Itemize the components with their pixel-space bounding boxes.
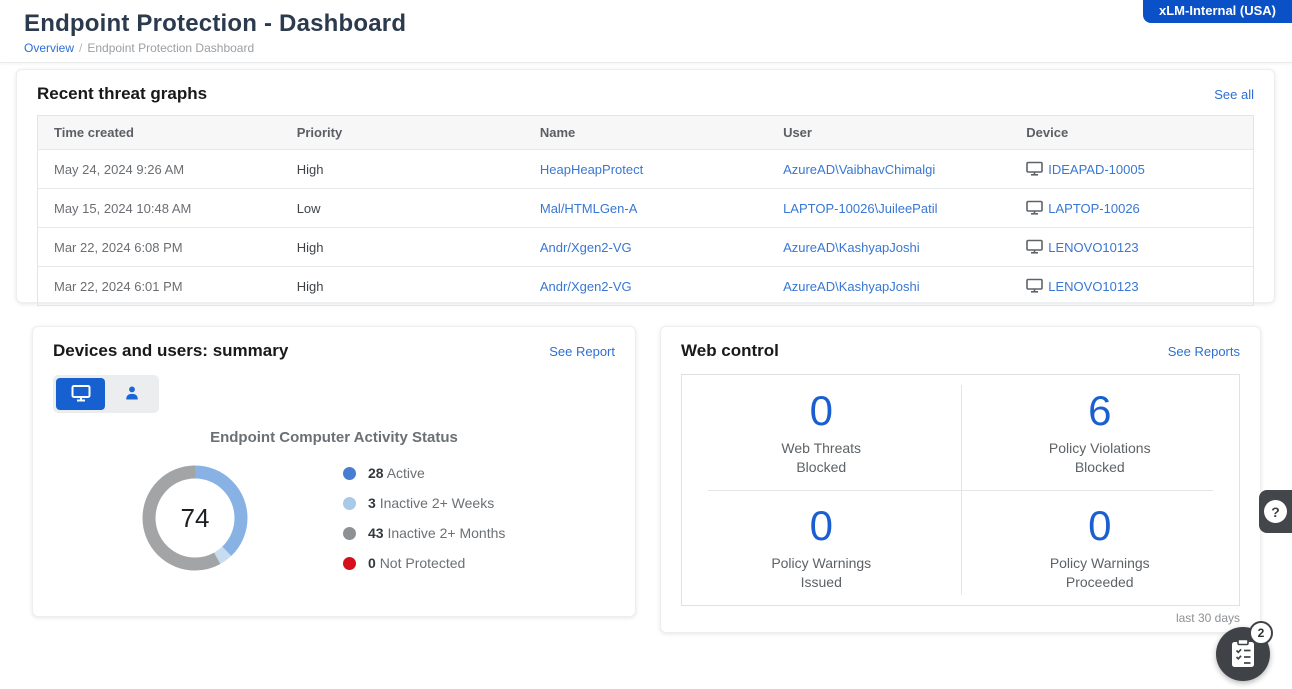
device-monitor-icon <box>1026 198 1044 218</box>
devices-users-card: Devices and users: summary See Report En… <box>32 326 636 617</box>
stat-policy-violations-blocked: 6 Policy Violations Blocked <box>1048 387 1151 475</box>
web-control-title: Web control <box>681 341 779 360</box>
activity-donut-chart: 74 <box>135 458 255 578</box>
threat-name-link[interactable]: Andr/Xgen2-VG <box>540 240 632 255</box>
help-button[interactable]: ? <box>1259 490 1292 533</box>
users-toggle-button[interactable] <box>107 378 156 410</box>
monitor-icon <box>71 384 91 405</box>
stat-policy-warnings-proceeded: 0 Policy Warnings Proceeded <box>1049 502 1150 590</box>
threat-time: Mar 22, 2024 6:08 PM <box>37 227 281 267</box>
threat-device-link[interactable]: LENOVO10123 <box>1048 240 1138 255</box>
activity-status-chart-title: Endpoint Computer Activity Status <box>210 429 458 446</box>
tasks-count-badge: 2 <box>1249 621 1273 645</box>
devices-users-title: Devices and users: summary <box>53 341 289 360</box>
threat-user-link[interactable]: AzureAD\VaibhavChimalgi <box>783 162 935 177</box>
recent-threats-card: Recent threat graphs See all Time create… <box>16 69 1275 306</box>
tasks-fab-button[interactable]: 2 <box>1216 621 1273 681</box>
last-30-days-note: last 30 days <box>1175 611 1240 625</box>
device-user-toggle <box>53 375 159 413</box>
threat-time: May 24, 2024 9:26 AM <box>37 149 281 189</box>
see-all-link[interactable]: See all <box>1214 87 1254 102</box>
threat-name-link[interactable]: Andr/Xgen2-VG <box>540 279 632 294</box>
stat-policy-warnings-issued: 0 Policy Warnings Issued <box>771 502 872 590</box>
threat-row: Mar 22, 2024 6:01 PM High Andr/Xgen2-VG Azu… <box>37 266 1254 306</box>
threat-row: May 24, 2024 9:26 AM High HeapHeapProtect A… <box>37 149 1254 189</box>
threats-table-header-row: Time created Priority Name User Device <box>37 115 1254 150</box>
page-title: Endpoint Protection - Dashboard <box>24 10 407 37</box>
legend-dot-active <box>343 466 356 480</box>
breadcrumb-current: Endpoint Protection Dashboard <box>87 41 255 55</box>
device-monitor-icon <box>1026 237 1044 257</box>
legend-dot-inactive-months <box>343 526 356 540</box>
threat-device-link[interactable]: LENOVO10123 <box>1048 279 1138 294</box>
web-control-stats-grid: 0 Web Threats Blocked 6 Policy Violation… <box>681 374 1240 606</box>
stat-web-threats-blocked: 0 Web Threats Blocked <box>781 387 862 475</box>
see-reports-link[interactable]: See Reports <box>1168 344 1240 359</box>
threat-priority: High <box>280 149 524 189</box>
col-device: Device <box>1010 115 1254 150</box>
see-report-link[interactable]: See Report <box>549 344 615 359</box>
threat-priority: Low <box>280 188 524 228</box>
threat-time: Mar 22, 2024 6:01 PM <box>37 266 281 306</box>
threat-user-link[interactable]: AzureAD\KashyapJoshi <box>783 279 920 294</box>
threat-name-link[interactable]: Mal/HTMLGen-A <box>540 201 638 216</box>
breadcrumb: Overview / Endpoint Protection Dashboard <box>24 41 1292 55</box>
recent-threats-title: Recent threat graphs <box>37 84 208 103</box>
horizontal-divider <box>708 490 1213 491</box>
web-control-card: Web control See Reports 0 Web Threats Bl… <box>660 326 1261 633</box>
threats-table: Time created Priority Name User Device M… <box>37 115 1254 306</box>
threat-device-link[interactable]: LAPTOP-10026 <box>1048 201 1140 216</box>
threat-time: May 15, 2024 10:48 AM <box>37 188 281 228</box>
threat-row: Mar 22, 2024 6:08 PM High Andr/Xgen2-VG Azu… <box>37 227 1254 267</box>
legend-item-inactive-months: 43 Inactive 2+ Months <box>343 525 505 541</box>
legend-item-inactive-weeks: 3 Inactive 2+ Weeks <box>343 495 505 511</box>
task-list-icon <box>1230 638 1256 671</box>
col-priority: Priority <box>280 115 524 150</box>
threat-name-link[interactable]: HeapHeapProtect <box>540 162 643 177</box>
donut-legend: 28 Active 3 Inactive 2+ Weeks 43 Inactiv… <box>343 465 505 571</box>
threat-row: May 15, 2024 10:48 AM Low Mal/HTMLGen-A LAP… <box>37 188 1254 228</box>
threat-user-link[interactable]: AzureAD\KashyapJoshi <box>783 240 920 255</box>
col-name: Name <box>523 115 768 150</box>
donut-total-value: 74 <box>180 502 210 533</box>
legend-item-active: 28 Active <box>343 465 505 481</box>
col-time-created: Time created <box>37 115 281 150</box>
devices-toggle-button[interactable] <box>56 378 105 410</box>
device-monitor-icon <box>1026 276 1044 296</box>
legend-dot-inactive-weeks <box>343 496 356 510</box>
device-monitor-icon <box>1026 159 1044 179</box>
col-user: User <box>767 115 1011 150</box>
question-mark-icon: ? <box>1264 500 1287 523</box>
breadcrumb-separator: / <box>79 41 83 55</box>
threat-user-link[interactable]: LAPTOP-10026\JuileePatil <box>783 201 937 216</box>
threat-device-link[interactable]: IDEAPAD-10005 <box>1048 162 1145 177</box>
region-badge: xLM-Internal (USA) <box>1143 0 1292 23</box>
breadcrumb-overview-link[interactable]: Overview <box>24 41 74 55</box>
page-header: xLM-Internal (USA) Endpoint Protection -… <box>0 0 1292 63</box>
threat-priority: High <box>280 266 524 306</box>
user-icon <box>124 385 140 404</box>
dashboard-content: Recent threat graphs See all Time create… <box>0 63 1292 633</box>
threat-priority: High <box>280 227 524 267</box>
legend-dot-not-protected <box>343 556 356 570</box>
legend-item-not-protected: 0 Not Protected <box>343 555 505 571</box>
